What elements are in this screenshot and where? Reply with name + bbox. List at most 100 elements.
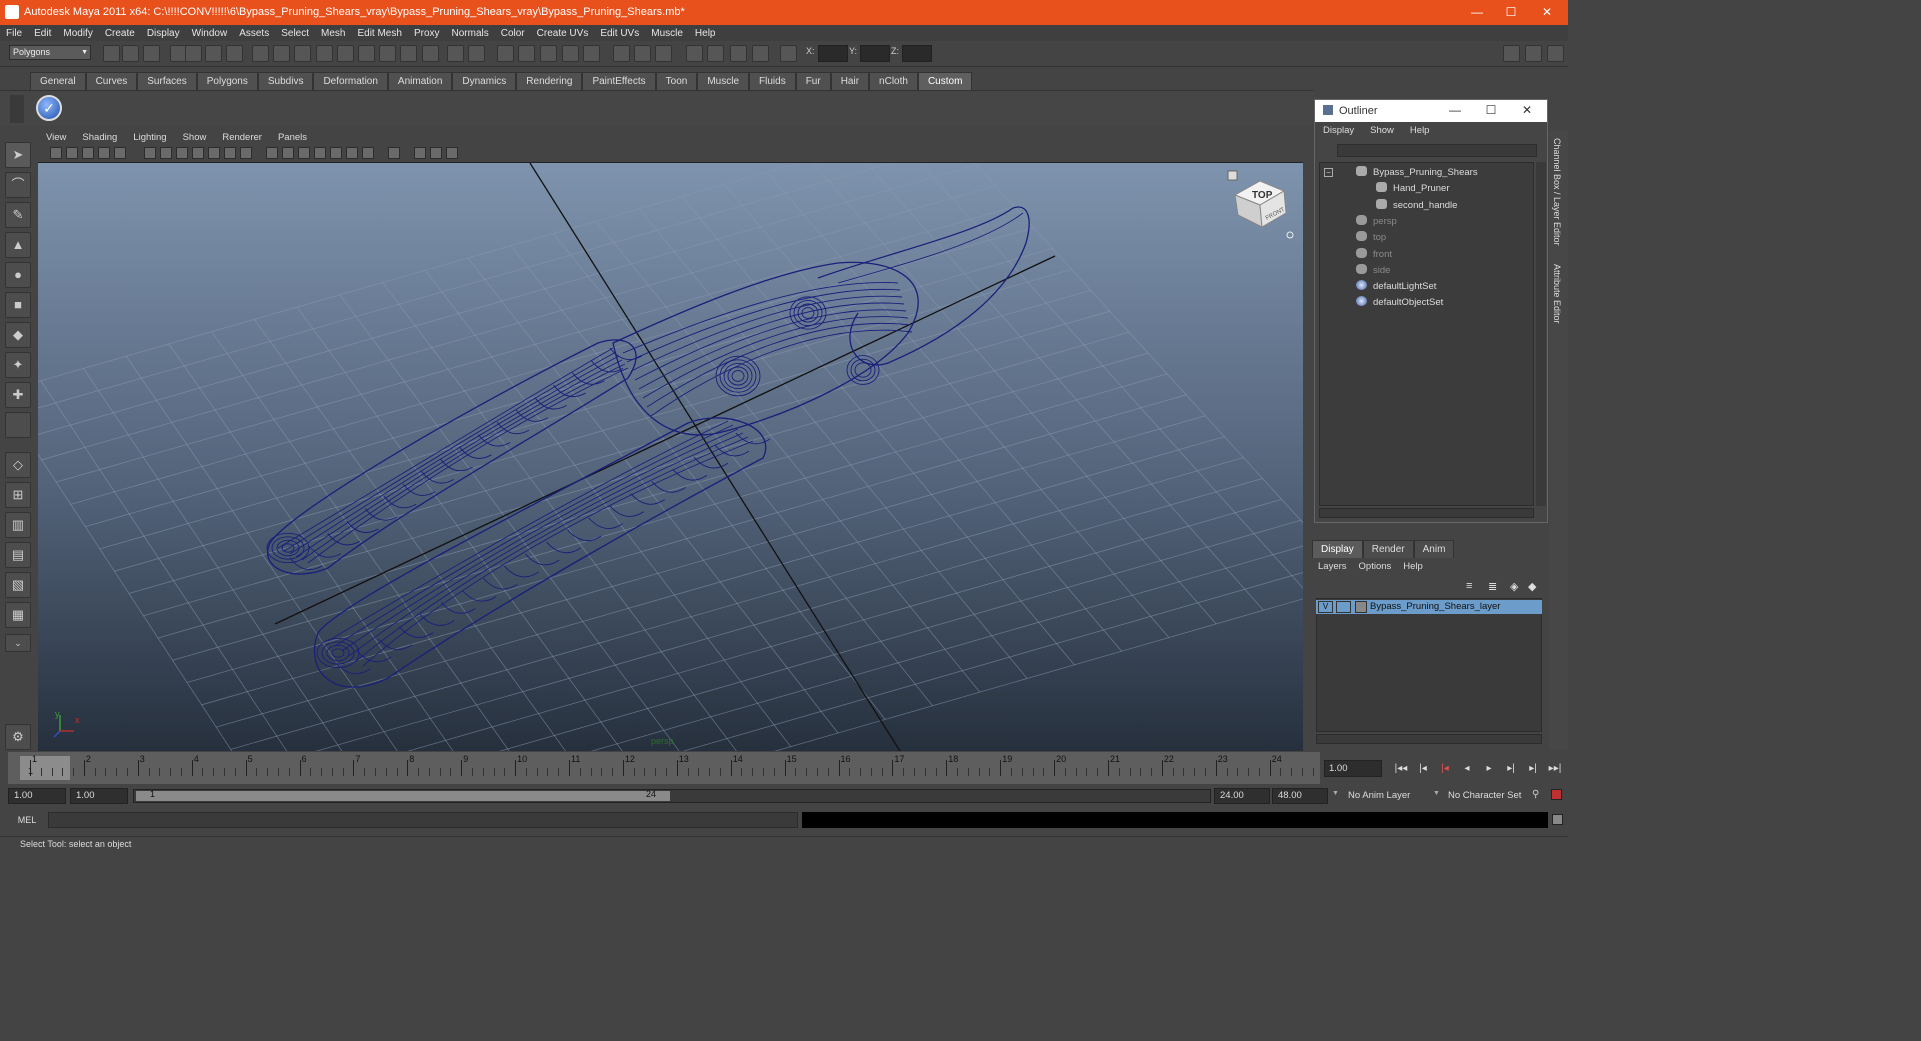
outliner-list[interactable]: − Bypass_Pruning_Shears Hand_Pruner second_… bbox=[1319, 162, 1534, 506]
rotate-tool-icon[interactable]: ● bbox=[5, 262, 31, 288]
layer-horizontal-scrollbar[interactable] bbox=[1316, 734, 1542, 744]
shelf-tab-hair[interactable]: Hair bbox=[830, 72, 870, 90]
close-button[interactable]: ✕ bbox=[1526, 0, 1568, 25]
show-hide-tool-settings-button[interactable] bbox=[1525, 45, 1542, 62]
panel-tool-1-icon[interactable] bbox=[50, 147, 62, 159]
panel-tool-13-icon[interactable] bbox=[266, 147, 278, 159]
panel-menu-shading[interactable]: Shading bbox=[74, 130, 125, 145]
panel-tool-6-icon[interactable] bbox=[144, 147, 156, 159]
panel-menu-show[interactable]: Show bbox=[175, 130, 215, 145]
create-empty-layer-icon[interactable]: ◈ bbox=[1510, 580, 1518, 593]
layer-display-type-toggle[interactable] bbox=[1336, 601, 1351, 613]
shelf-tab-general[interactable]: General bbox=[30, 72, 86, 90]
panel-tool-21-icon[interactable] bbox=[414, 147, 426, 159]
menu-edit[interactable]: Edit bbox=[28, 25, 57, 41]
anim-layer-selector[interactable]: No Anim Layer bbox=[1336, 788, 1410, 804]
shelf-tab-curves[interactable]: Curves bbox=[85, 72, 138, 90]
menu-normals[interactable]: Normals bbox=[446, 25, 495, 41]
panel-tool-4-icon[interactable] bbox=[98, 147, 110, 159]
layer-menu-layers[interactable]: Layers bbox=[1312, 560, 1353, 574]
outliner-menu-display[interactable]: Display bbox=[1315, 122, 1362, 140]
move-layer-up-icon[interactable]: ≡ bbox=[1466, 580, 1472, 592]
show-hide-channel-box-button[interactable] bbox=[1503, 45, 1520, 62]
shelf-tab-deformation[interactable]: Deformation bbox=[313, 72, 388, 90]
y-input[interactable] bbox=[860, 45, 890, 62]
layer-row[interactable]: V Bypass_Pruning_Shears_layer bbox=[1316, 600, 1542, 614]
step-back-key-button[interactable]: |◂ bbox=[1414, 760, 1432, 777]
script-editor-button[interactable] bbox=[1552, 814, 1563, 825]
outliner-horizontal-scrollbar[interactable] bbox=[1319, 508, 1534, 518]
persp-hypershade-layout-icon[interactable]: ▧ bbox=[5, 572, 31, 598]
show-hide-attribute-editor-button[interactable] bbox=[1547, 45, 1564, 62]
status-tool-1-icon[interactable] bbox=[103, 45, 120, 62]
step-forward-frame-button[interactable]: ▸| bbox=[1502, 760, 1520, 777]
persp-graph-layout-icon[interactable]: ▤ bbox=[5, 542, 31, 568]
menu-muscle[interactable]: Muscle bbox=[645, 25, 689, 41]
shelf-tab-surfaces[interactable]: Surfaces bbox=[137, 72, 197, 90]
shelf-tab-fluids[interactable]: Fluids bbox=[749, 72, 796, 90]
four-view-layout-icon[interactable]: ⊞ bbox=[5, 482, 31, 508]
panel-menu-renderer[interactable]: Renderer bbox=[214, 130, 270, 145]
menu-color[interactable]: Color bbox=[495, 25, 531, 41]
panel-tool-18-icon[interactable] bbox=[346, 147, 358, 159]
menu-proxy[interactable]: Proxy bbox=[408, 25, 446, 41]
move-tool-icon[interactable]: ▲ bbox=[5, 232, 31, 258]
menu-edit-uvs[interactable]: Edit UVs bbox=[594, 25, 645, 41]
status-tool-28-icon[interactable] bbox=[707, 45, 724, 62]
panel-tool-10-icon[interactable] bbox=[208, 147, 220, 159]
status-tool-20-icon[interactable] bbox=[518, 45, 535, 62]
shelf-tab-animation[interactable]: Animation bbox=[387, 72, 453, 90]
outliner-item[interactable]: second_handle bbox=[1376, 198, 1457, 214]
start-time-field[interactable]: 1.00 bbox=[8, 788, 66, 804]
expand-collapse-icon[interactable]: − bbox=[1324, 168, 1333, 177]
panel-menu-view[interactable]: View bbox=[38, 130, 74, 145]
layout-options-icon[interactable]: ⌄ bbox=[5, 634, 31, 652]
menu-file[interactable]: File bbox=[0, 25, 28, 41]
outliner-item[interactable]: defaultObjectSet bbox=[1356, 295, 1443, 311]
step-back-frame-button[interactable]: |◂ bbox=[1436, 760, 1454, 777]
status-tool-21-icon[interactable] bbox=[540, 45, 557, 62]
view-cube[interactable]: TOP FRONT bbox=[1220, 165, 1300, 245]
status-tool-3-icon[interactable] bbox=[143, 45, 160, 62]
panel-tool-12-icon[interactable] bbox=[240, 147, 252, 159]
persp-graph-outliner-layout-icon[interactable]: ▦ bbox=[5, 602, 31, 628]
status-tool-12-icon[interactable] bbox=[337, 45, 354, 62]
anim-layer-dropdown-icon[interactable]: ▼ bbox=[1332, 790, 1339, 797]
select-tool-icon[interactable]: ➤ bbox=[5, 142, 31, 168]
shelf-tab-rendering[interactable]: Rendering bbox=[516, 72, 583, 90]
menu-create-uvs[interactable]: Create UVs bbox=[531, 25, 595, 41]
status-tool-27-icon[interactable] bbox=[686, 45, 703, 62]
status-tool-2-icon[interactable] bbox=[122, 45, 139, 62]
outliner-minimize-button[interactable]: — bbox=[1443, 103, 1467, 117]
scale-tool-icon[interactable]: ■ bbox=[5, 292, 31, 318]
status-tool-14-icon[interactable] bbox=[379, 45, 396, 62]
status-tool-22-icon[interactable] bbox=[562, 45, 579, 62]
go-to-end-button[interactable]: ▸▸| bbox=[1546, 760, 1564, 777]
shelf-tab-subdivs[interactable]: Subdivs bbox=[257, 72, 314, 90]
outliner-item[interactable]: front bbox=[1356, 247, 1392, 263]
menu-assets[interactable]: Assets bbox=[233, 25, 275, 41]
status-tool-26-icon[interactable] bbox=[655, 45, 672, 62]
panel-tool-9-icon[interactable] bbox=[192, 147, 204, 159]
outliner-item[interactable]: side bbox=[1356, 263, 1390, 279]
menu-select[interactable]: Select bbox=[275, 25, 315, 41]
status-tool-18-icon[interactable] bbox=[468, 45, 485, 62]
panel-tool-3-icon[interactable] bbox=[82, 147, 94, 159]
range-slider-thumb[interactable]: 1 24 bbox=[136, 789, 670, 801]
shelf-tab-polygons[interactable]: Polygons bbox=[196, 72, 258, 90]
universal-manipulator-icon[interactable]: ◆ bbox=[5, 322, 31, 348]
status-tool-24-icon[interactable] bbox=[613, 45, 630, 62]
move-layer-down-icon[interactable]: ≣ bbox=[1488, 580, 1497, 593]
end-time-field[interactable]: 48.00 bbox=[1272, 788, 1328, 804]
status-tool-30-icon[interactable] bbox=[752, 45, 769, 62]
z-input[interactable] bbox=[902, 45, 932, 62]
outliner-item[interactable]: persp bbox=[1356, 214, 1397, 230]
panel-menu-panels[interactable]: Panels bbox=[270, 130, 315, 145]
menu-display[interactable]: Display bbox=[141, 25, 186, 41]
panel-tool-23-icon[interactable] bbox=[446, 147, 458, 159]
status-tool-15-icon[interactable] bbox=[400, 45, 417, 62]
status-tool-10-icon[interactable] bbox=[294, 45, 311, 62]
panel-tool-17-icon[interactable] bbox=[330, 147, 342, 159]
outliner-menu-help[interactable]: Help bbox=[1402, 122, 1438, 140]
menu-mesh[interactable]: Mesh bbox=[315, 25, 351, 41]
